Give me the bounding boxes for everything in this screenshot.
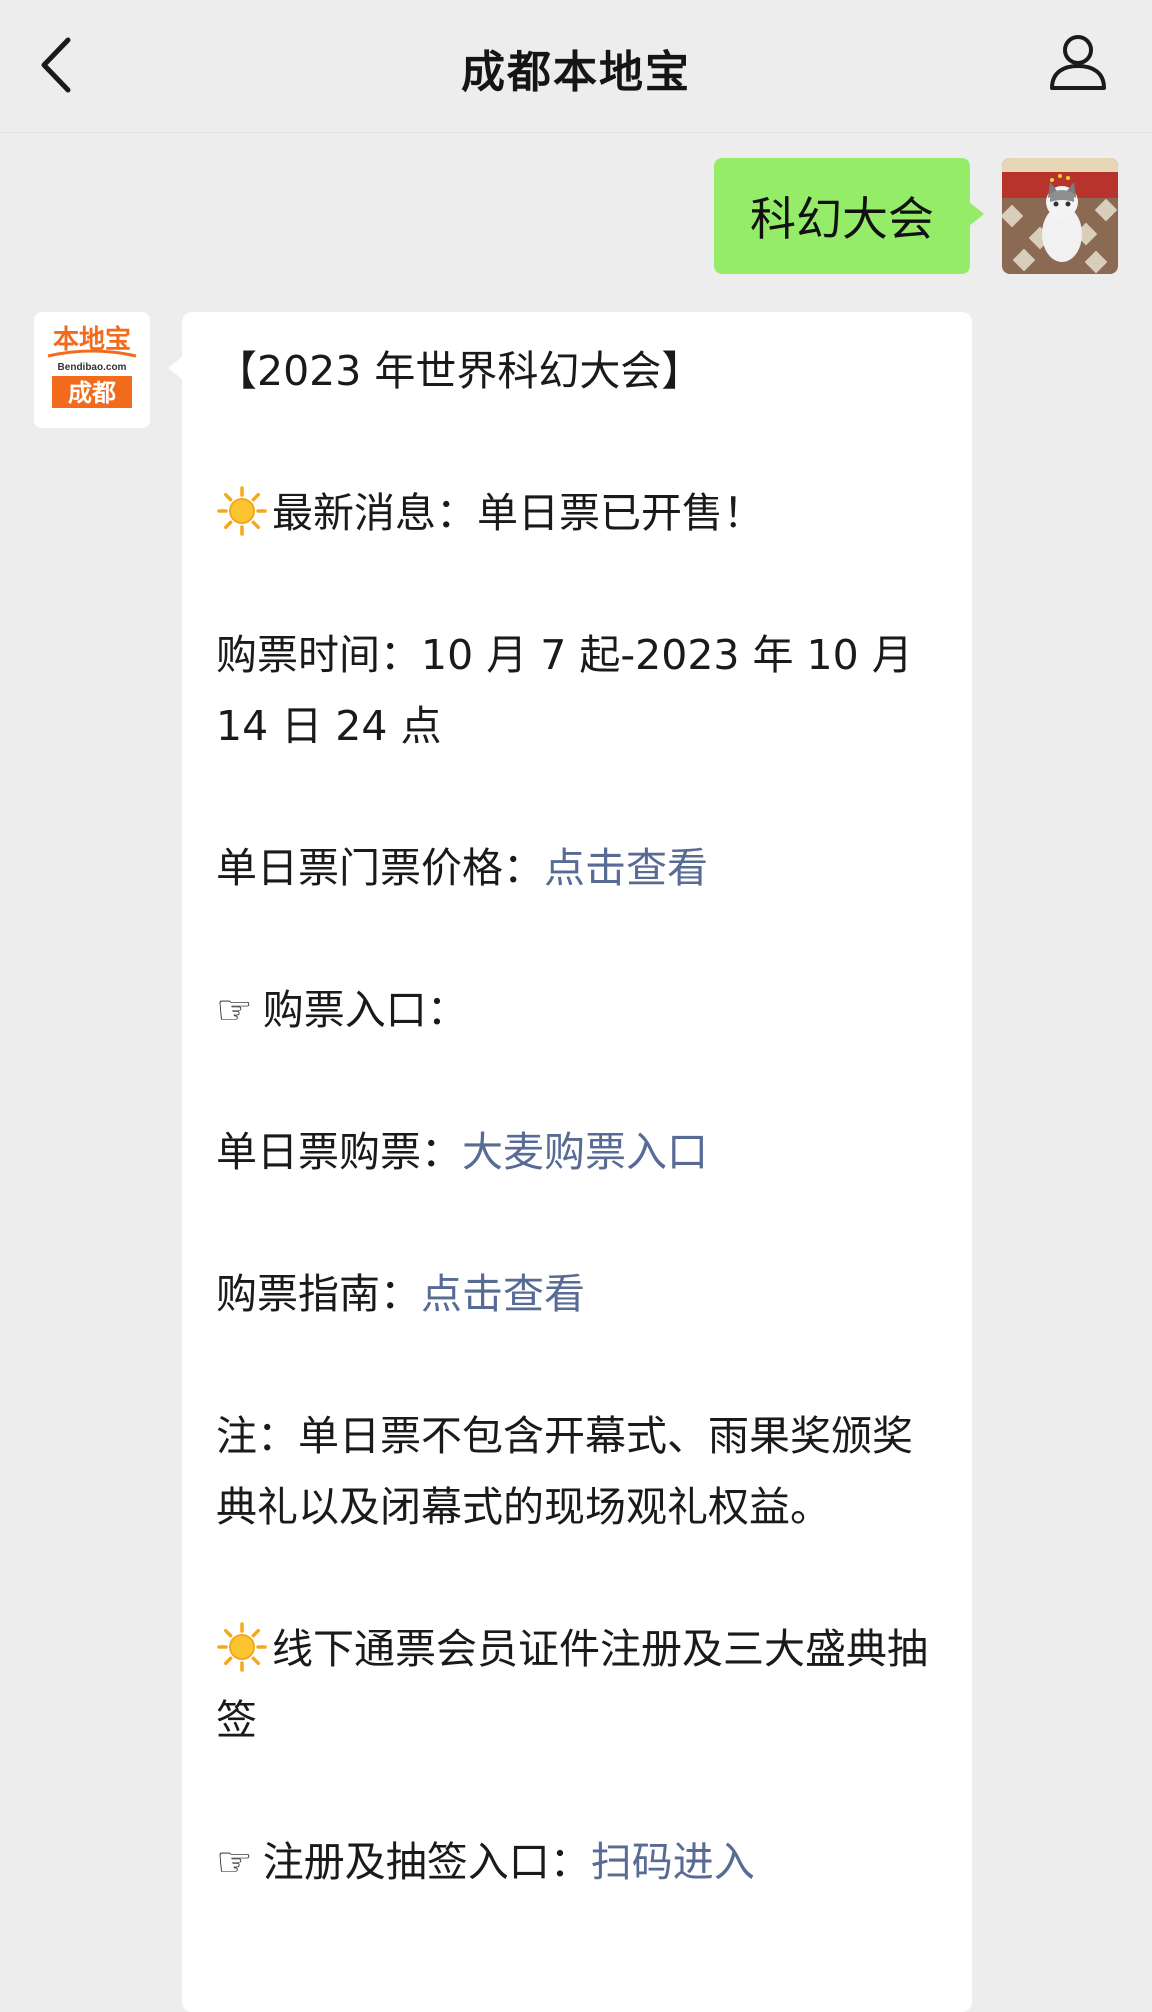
bendibao-logo: 本地宝 Bendibao.com 成都: [34, 312, 150, 428]
message-title: 【2023 年世界科幻大会】: [216, 347, 703, 395]
price-line: 单日票门票价格：点击查看: [216, 833, 938, 904]
note-text: 注：单日票不包含开幕式、雨果奖颁奖典礼以及闭幕式的现场观礼权益。: [216, 1412, 913, 1531]
page-title: 成都本地宝: [461, 47, 691, 98]
user-avatar[interactable]: [1002, 158, 1118, 274]
sun-icon: [217, 1622, 267, 1672]
incoming-message-bubble: 【2023 年世界科幻大会】 最新消息：单日票已开售！ 购票时间：10 月 7 …: [168, 312, 972, 2012]
entry-heading-line: ☞ 购票入口：: [216, 975, 938, 1046]
outgoing-text: 科幻大会: [750, 192, 934, 246]
pointing-hand-icon: ☞: [216, 986, 253, 1034]
single-ticket-label: 单日票购票：: [216, 1128, 462, 1176]
register-line: ☞ 注册及抽签入口：扫码进入: [216, 1827, 938, 1898]
price-label: 单日票门票价格：: [216, 844, 544, 892]
pass-heading: 线下通票会员证件注册及三大盛典抽签: [216, 1625, 928, 1744]
single-ticket-line: 单日票购票：大麦购票入口: [216, 1117, 938, 1188]
nav-bar: 成都本地宝: [0, 0, 1152, 133]
entry-heading: 购票入口：: [262, 986, 468, 1034]
outgoing-bubble[interactable]: 科幻大会: [714, 158, 984, 274]
guide-link[interactable]: 点击查看: [421, 1270, 585, 1318]
pointing-hand-icon: ☞: [216, 1838, 253, 1886]
price-link[interactable]: 点击查看: [544, 844, 708, 892]
purchase-time: 购票时间：10 月 7 起-2023 年 10 月 14 日 24 点: [216, 631, 913, 750]
profile-button[interactable]: [1046, 30, 1110, 94]
logo-city-text: 成都: [68, 380, 116, 407]
user-icon: [1050, 35, 1106, 90]
damai-ticket-link[interactable]: 大麦购票入口: [462, 1128, 708, 1176]
official-account-avatar[interactable]: 本地宝 Bendibao.com 成都: [34, 312, 150, 428]
guide-label: 购票指南：: [216, 1270, 421, 1318]
pass-heading-line: 线下通票会员证件注册及三大盛典抽签: [216, 1614, 938, 1756]
scan-qr-link[interactable]: 扫码进入: [591, 1838, 755, 1886]
guide-line: 购票指南：点击查看: [216, 1259, 938, 1330]
register-label: 注册及抽签入口：: [262, 1838, 591, 1886]
logo-domain-text: Bendibao.com: [58, 362, 127, 373]
news-line: 最新消息：单日票已开售！: [216, 478, 938, 549]
news-text: 最新消息：单日票已开售！: [272, 489, 764, 537]
sun-icon: [217, 486, 267, 536]
cat-photo-avatar: [1002, 158, 1118, 274]
